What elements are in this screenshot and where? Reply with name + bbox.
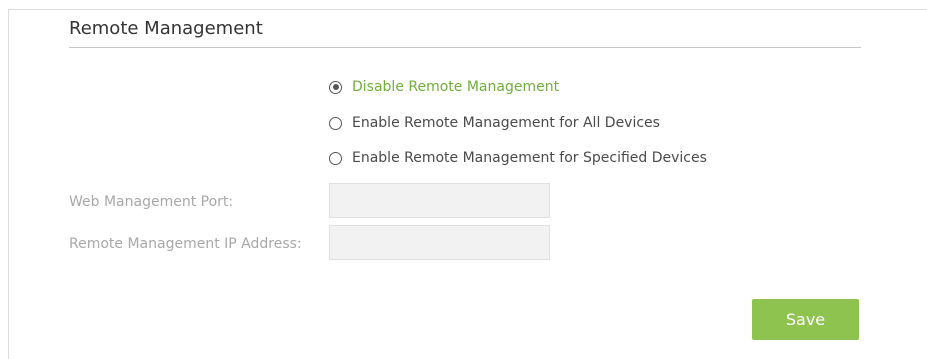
radio-unselected-icon[interactable] bbox=[329, 151, 342, 165]
section-divider bbox=[69, 47, 861, 48]
radio-enable-specified-devices[interactable]: Enable Remote Management for Specified D… bbox=[329, 148, 707, 168]
save-button[interactable]: Save bbox=[752, 299, 859, 340]
radio-selected-icon[interactable] bbox=[329, 80, 342, 94]
web-management-port-input[interactable] bbox=[329, 183, 550, 218]
web-management-port-label: Web Management Port: bbox=[69, 194, 234, 210]
radio-label-specified-devices: Enable Remote Management for Specified D… bbox=[352, 150, 707, 166]
radio-disable-remote-management[interactable]: Disable Remote Management bbox=[329, 77, 559, 97]
radio-unselected-icon[interactable] bbox=[329, 116, 342, 130]
remote-management-ip-input[interactable] bbox=[329, 225, 550, 260]
radio-label-disable: Disable Remote Management bbox=[352, 79, 560, 95]
radio-label-all-devices: Enable Remote Management for All Devices bbox=[352, 115, 660, 131]
section-title: Remote Management bbox=[69, 18, 263, 39]
radio-enable-all-devices[interactable]: Enable Remote Management for All Devices bbox=[329, 113, 660, 133]
remote-management-ip-label: Remote Management IP Address: bbox=[69, 236, 302, 252]
